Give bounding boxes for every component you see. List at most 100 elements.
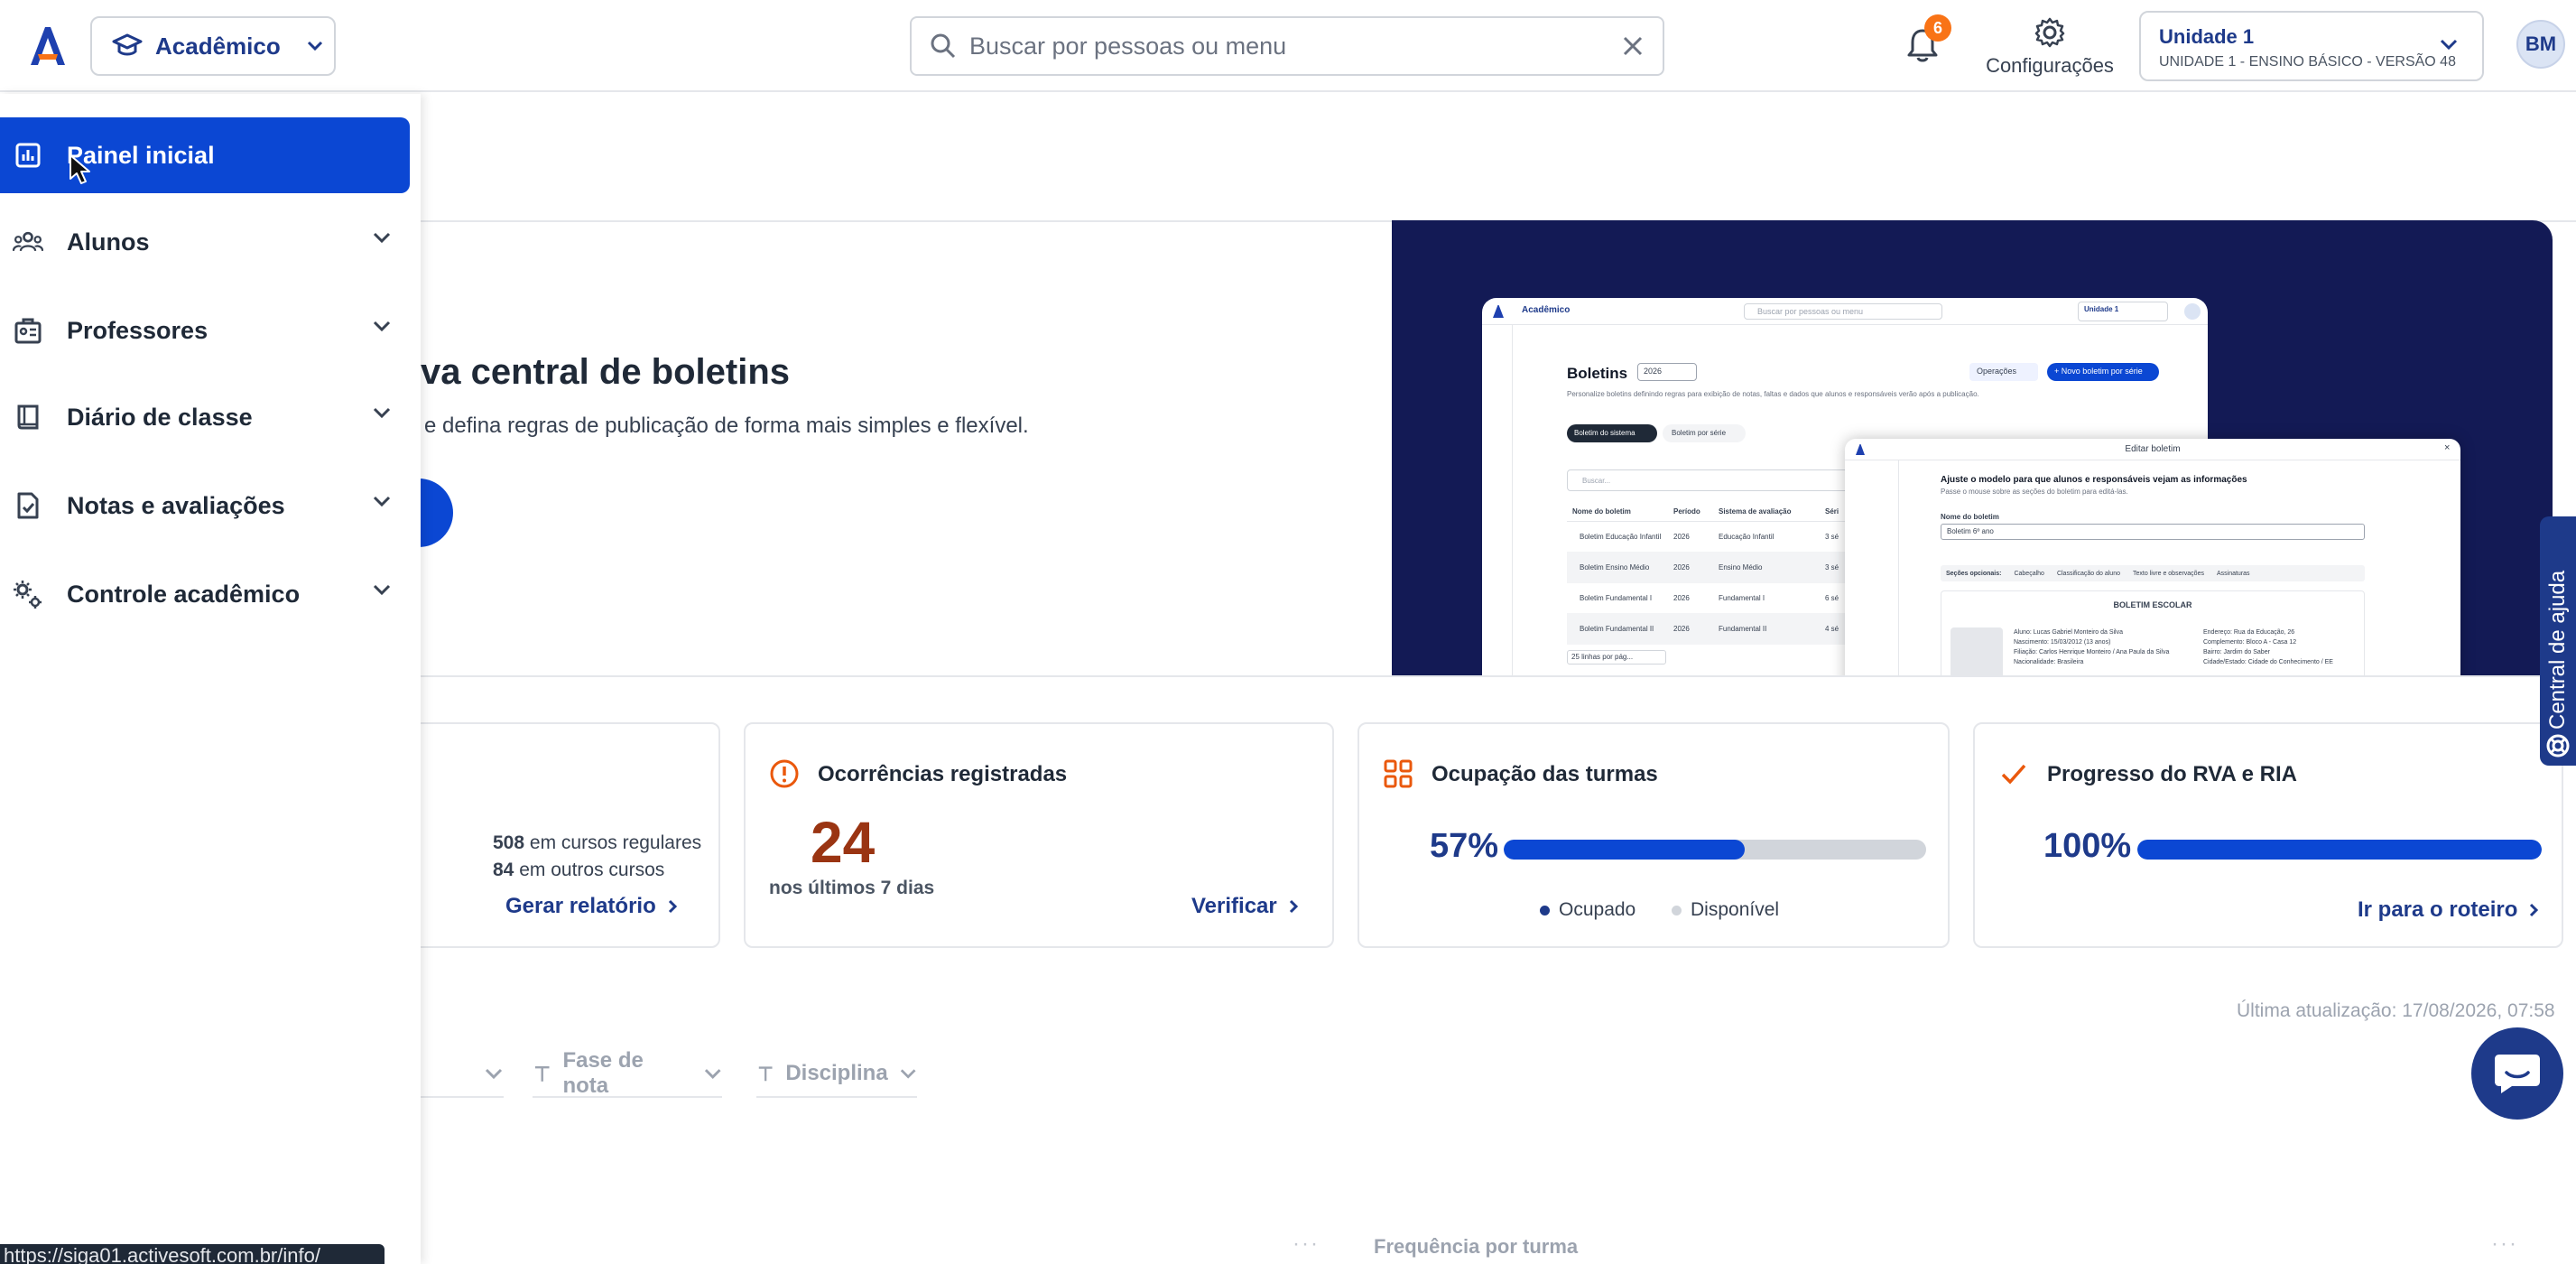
- mock-description: Personalize boletins definindo regras pa…: [1567, 390, 1979, 398]
- search-bar[interactable]: [910, 16, 1664, 76]
- mock-section-toggle: Texto livre e observações: [2132, 570, 2204, 577]
- module-label: Acadêmico: [155, 32, 281, 60]
- search-icon: [931, 33, 956, 59]
- mock-per-page: 25 linhas por pág...: [1567, 650, 1666, 665]
- sidebar-item-label: Controle acadêmico: [67, 580, 301, 608]
- legend-dot: [1540, 905, 1550, 915]
- mock-col-name: Nome do boletim: [1572, 507, 1631, 516]
- students-regular: 508 em cursos regulares: [493, 832, 702, 853]
- sidebar-item-alunos[interactable]: Alunos: [0, 204, 410, 280]
- occupancy-progress-bar: [1504, 840, 1926, 860]
- generate-report-link[interactable]: Gerar relatório: [505, 894, 678, 919]
- mock-student-photo: [1951, 627, 2003, 675]
- book-icon: [13, 402, 43, 432]
- chevron-right-icon: [668, 899, 677, 914]
- progress-percent: 100%: [2043, 827, 2132, 865]
- mock-report-title: BOLETIM ESCOLAR: [2113, 600, 2192, 609]
- app-logo[interactable]: [27, 23, 67, 69]
- text-type-icon: [534, 1065, 550, 1082]
- chevron-down-icon: [704, 1069, 721, 1079]
- sidebar-item-notas-e-avaliacoes[interactable]: Notas e avaliações: [0, 468, 410, 544]
- occupancy-legend-occupied: Ocupado: [1540, 899, 1635, 921]
- frequency-chart-title: Frequência por turma: [1374, 1235, 1579, 1258]
- settings-button[interactable]: Configurações: [1982, 16, 2117, 79]
- mock-edit-title: Editar boletim: [2125, 444, 2181, 454]
- more-options-icon[interactable]: ···: [1293, 1231, 1320, 1257]
- sidebar-item-label: Alunos: [67, 228, 150, 256]
- gears-icon: [13, 579, 43, 609]
- mock-tab-series: Boletim por série: [1663, 424, 1746, 442]
- chevron-right-icon: [2530, 903, 2539, 917]
- mock-section-toggle: Assinaturas: [2216, 570, 2250, 577]
- occupancy-card: Ocupação das turmas 57% Ocupado Disponív…: [1357, 722, 1950, 948]
- mock-tab-system: Boletim do sistema: [1567, 424, 1657, 442]
- mock-unit: Unidade 1: [2078, 302, 2168, 321]
- sidebar-item-label: Notas e avaliações: [67, 491, 285, 519]
- sidebar: Painel inicial Alunos Professores Diário…: [0, 94, 421, 1264]
- occupancy-legend-available: Disponível: [1672, 899, 1779, 921]
- chevron-right-icon: [1289, 899, 1298, 914]
- filter-dropdown-fase-de-nota[interactable]: Fase de nota: [533, 1048, 722, 1098]
- search-input[interactable]: [969, 32, 1608, 60]
- users-icon: [13, 227, 43, 257]
- chevron-down-icon: [373, 584, 391, 596]
- mock-sections-label: Seções opcionais:: [1946, 570, 2002, 577]
- alert-circle-icon: [770, 759, 799, 788]
- occupancy-progress-fill: [1504, 840, 1745, 860]
- banner-bottom-divider: [421, 675, 2553, 677]
- user-avatar[interactable]: BM: [2516, 20, 2565, 69]
- mock-title: Boletins: [1567, 365, 1628, 382]
- sidebar-item-painel-inicial[interactable]: Painel inicial: [0, 117, 410, 193]
- chat-button[interactable]: [2471, 1027, 2563, 1120]
- mock-year: 2026: [1637, 363, 1697, 381]
- more-options-icon[interactable]: ···: [2491, 1231, 2518, 1257]
- mock-name-value: Boletim 6º ano: [1941, 524, 2365, 540]
- module-selector[interactable]: Acadêmico: [90, 16, 336, 76]
- mock-edit-heading: Ajuste o modelo para que alunos e respon…: [1941, 475, 2247, 485]
- settings-label: Configurações: [1986, 54, 2114, 77]
- filter-dropdown-serie[interactable]: e: [406, 1051, 504, 1098]
- unit-subtitle: UNIDADE 1 - ENSINO BÁSICO - VERSÃO 48: [2159, 54, 2456, 70]
- banner-subtitle: e defina regras de publicação de forma m…: [424, 414, 1029, 438]
- help-center-label: Central de ajuda: [2545, 570, 2570, 730]
- students-other: 84 em outros cursos: [493, 860, 665, 880]
- legend-dot: [1672, 905, 1682, 915]
- mock-edit-modal: Editar boletim × Ajuste o modelo para qu…: [1845, 439, 2460, 675]
- chevron-down-icon: [373, 321, 391, 332]
- checkmark-icon: [2001, 764, 2026, 785]
- verify-link[interactable]: Verificar: [1191, 894, 1299, 919]
- progress-fill: [2137, 840, 2542, 860]
- lifebuoy-icon: [2546, 734, 2570, 757]
- help-center-tab[interactable]: Central de ajuda: [2540, 516, 2576, 766]
- filter-dropdown-disciplina[interactable]: Disciplina: [756, 1051, 917, 1098]
- occupancy-title: Ocupação das turmas: [1432, 762, 1658, 786]
- notifications-badge: 6: [1924, 14, 1951, 42]
- browser-status-url: https://siga01.activesoft.com.br/info/: [0, 1244, 385, 1264]
- grid-icon: [1384, 759, 1413, 788]
- checklist-icon: [13, 490, 43, 521]
- last-update-text: Última atualização: 17/08/2026, 07:58: [2237, 1000, 2555, 1021]
- unit-title: Unidade 1: [2159, 25, 2255, 48]
- unit-selector[interactable]: Unidade 1 UNIDADE 1 - ENSINO BÁSICO - VE…: [2139, 11, 2484, 81]
- go-to-roadmap-link[interactable]: Ir para o roteiro: [2358, 897, 2539, 923]
- chevron-down-icon: [307, 41, 322, 51]
- text-type-icon: [758, 1066, 773, 1082]
- mock-section-toggle: Cabeçalho: [2014, 570, 2044, 577]
- chevron-down-icon: [373, 407, 391, 419]
- progress-title: Progresso do RVA e RIA: [2047, 762, 2297, 786]
- progress-bar: [2137, 840, 2542, 860]
- teacher-icon: [13, 315, 43, 346]
- sidebar-item-professores[interactable]: Professores: [0, 293, 410, 368]
- banner-preview-image: Acadêmico Buscar por pessoas ou menu Uni…: [1392, 220, 2553, 675]
- graduation-cap-icon: [112, 33, 143, 56]
- banner-title: va central de boletins: [421, 352, 791, 392]
- chevron-down-icon: [900, 1069, 916, 1079]
- mouse-cursor-icon: [69, 154, 90, 184]
- sidebar-item-controle-academico[interactable]: Controle acadêmico: [0, 556, 410, 632]
- clear-search-icon[interactable]: [1621, 34, 1645, 58]
- sidebar-item-diario-de-classe[interactable]: Diário de classe: [0, 379, 410, 455]
- occurrences-caption: nos últimos 7 dias: [769, 878, 935, 898]
- progress-card: Progresso do RVA e RIA 100% Ir para o ro…: [1973, 722, 2563, 948]
- mock-name-label: Nome do boletim: [1941, 513, 1999, 521]
- mock-app-label: Acadêmico: [1522, 305, 1571, 315]
